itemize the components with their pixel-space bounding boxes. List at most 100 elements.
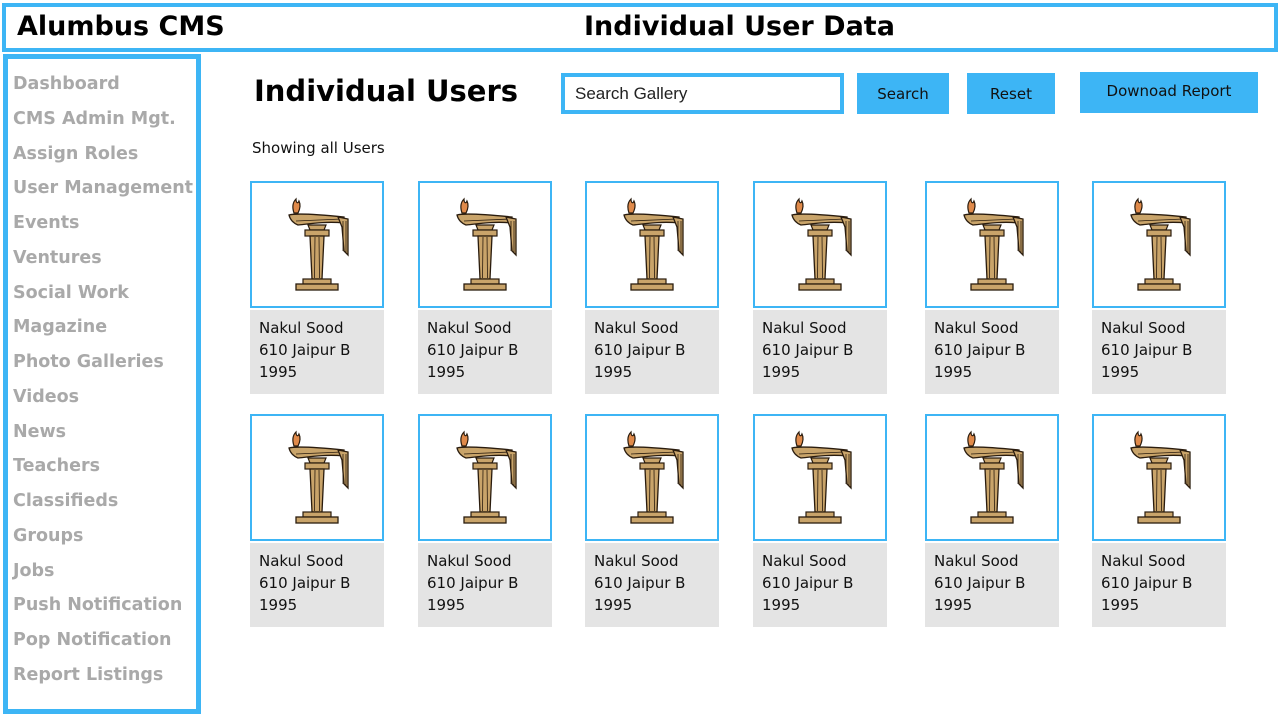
user-photo[interactable]: [250, 181, 384, 308]
user-photo[interactable]: [753, 414, 887, 541]
sidebar-nav: Dashboard CMS Admin Mgt. Assign Roles User …: [3, 54, 201, 714]
sidebar-item-classifieds[interactable]: Classifieds: [13, 486, 118, 516]
sidebar-item-videos[interactable]: Videos: [13, 382, 79, 412]
user-name: Nakul Sood: [259, 319, 344, 337]
sidebar-item-report-listings[interactable]: Report Listings: [13, 660, 163, 690]
user-card[interactable]: Nakul Sood 610 Jaipur B 1995: [585, 181, 719, 394]
page-title: Individual Users: [254, 74, 519, 108]
sidebar-item-events[interactable]: Events: [13, 208, 79, 238]
user-card[interactable]: Nakul Sood 610 Jaipur B 1995: [418, 414, 552, 627]
download-report-button[interactable]: Downoad Report: [1080, 72, 1258, 113]
brand-title: Alumbus CMS: [17, 11, 225, 42]
user-name: Nakul Sood: [1101, 319, 1186, 337]
top-header: Alumbus CMS Individual User Data: [2, 3, 1278, 52]
user-photo[interactable]: [418, 181, 552, 308]
user-address: 610 Jaipur B: [594, 341, 686, 359]
user-info: Nakul Sood 610 Jaipur B 1995: [250, 310, 384, 394]
user-year: 1995: [934, 596, 973, 614]
sidebar-item-jobs[interactable]: Jobs: [13, 556, 54, 586]
sidebar-item-photo-galleries[interactable]: Photo Galleries: [13, 347, 164, 377]
user-year: 1995: [762, 363, 801, 381]
user-year: 1995: [934, 363, 973, 381]
user-name: Nakul Sood: [259, 552, 344, 570]
user-name: Nakul Sood: [427, 552, 512, 570]
user-address: 610 Jaipur B: [934, 341, 1026, 359]
user-year: 1995: [259, 363, 298, 381]
sidebar-item-pop-notification[interactable]: Pop Notification: [13, 625, 172, 655]
user-info: Nakul Sood 610 Jaipur B 1995: [250, 543, 384, 627]
user-name: Nakul Sood: [762, 319, 847, 337]
user-year: 1995: [762, 596, 801, 614]
user-photo[interactable]: [1092, 414, 1226, 541]
sidebar-item-push-notification[interactable]: Push Notification: [13, 590, 182, 620]
user-address: 610 Jaipur B: [259, 574, 351, 592]
sidebar-item-news[interactable]: News: [13, 417, 66, 447]
user-address: 610 Jaipur B: [427, 341, 519, 359]
user-info: Nakul Sood 610 Jaipur B 1995: [753, 310, 887, 394]
user-address: 610 Jaipur B: [762, 341, 854, 359]
user-address: 610 Jaipur B: [1101, 574, 1193, 592]
user-year: 1995: [594, 363, 633, 381]
reset-button[interactable]: Reset: [967, 73, 1055, 114]
user-card[interactable]: Nakul Sood 610 Jaipur B 1995: [925, 414, 1059, 627]
user-card[interactable]: Nakul Sood 610 Jaipur B 1995: [250, 414, 384, 627]
page-heading: Individual User Data: [584, 11, 895, 42]
user-name: Nakul Sood: [934, 319, 1019, 337]
user-year: 1995: [427, 363, 466, 381]
user-card[interactable]: Nakul Sood 610 Jaipur B 1995: [585, 414, 719, 627]
user-year: 1995: [1101, 363, 1140, 381]
user-card[interactable]: Nakul Sood 610 Jaipur B 1995: [250, 181, 384, 394]
user-year: 1995: [427, 596, 466, 614]
user-address: 610 Jaipur B: [259, 341, 351, 359]
user-card[interactable]: Nakul Sood 610 Jaipur B 1995: [753, 414, 887, 627]
search-button[interactable]: Search: [857, 73, 949, 114]
user-info: Nakul Sood 610 Jaipur B 1995: [585, 310, 719, 394]
user-photo[interactable]: [925, 181, 1059, 308]
sidebar-item-dashboard[interactable]: Dashboard: [13, 69, 120, 99]
user-info: Nakul Sood 610 Jaipur B 1995: [753, 543, 887, 627]
user-photo[interactable]: [753, 181, 887, 308]
user-address: 610 Jaipur B: [1101, 341, 1193, 359]
user-address: 610 Jaipur B: [427, 574, 519, 592]
user-photo[interactable]: [585, 181, 719, 308]
user-info: Nakul Sood 610 Jaipur B 1995: [925, 543, 1059, 627]
user-info: Nakul Sood 610 Jaipur B 1995: [585, 543, 719, 627]
user-info: Nakul Sood 610 Jaipur B 1995: [925, 310, 1059, 394]
user-card[interactable]: Nakul Sood 610 Jaipur B 1995: [753, 181, 887, 394]
user-info: Nakul Sood 610 Jaipur B 1995: [418, 543, 552, 627]
user-year: 1995: [1101, 596, 1140, 614]
user-year: 1995: [594, 596, 633, 614]
user-info: Nakul Sood 610 Jaipur B 1995: [418, 310, 552, 394]
sidebar-item-groups[interactable]: Groups: [13, 521, 83, 551]
user-year: 1995: [259, 596, 298, 614]
user-name: Nakul Sood: [762, 552, 847, 570]
user-address: 610 Jaipur B: [934, 574, 1026, 592]
user-photo[interactable]: [418, 414, 552, 541]
user-name: Nakul Sood: [427, 319, 512, 337]
user-name: Nakul Sood: [1101, 552, 1186, 570]
sidebar-item-social-work[interactable]: Social Work: [13, 278, 129, 308]
user-name: Nakul Sood: [934, 552, 1019, 570]
user-photo[interactable]: [1092, 181, 1226, 308]
sidebar-item-assign-roles[interactable]: Assign Roles: [13, 139, 138, 169]
sidebar-item-magazine[interactable]: Magazine: [13, 312, 107, 342]
search-input[interactable]: [561, 73, 844, 114]
sidebar-item-teachers[interactable]: Teachers: [13, 451, 100, 481]
user-card[interactable]: Nakul Sood 610 Jaipur B 1995: [925, 181, 1059, 394]
user-photo[interactable]: [585, 414, 719, 541]
user-name: Nakul Sood: [594, 319, 679, 337]
user-name: Nakul Sood: [594, 552, 679, 570]
sidebar-item-cms-admin-mgt[interactable]: CMS Admin Mgt.: [13, 104, 176, 134]
user-card[interactable]: Nakul Sood 610 Jaipur B 1995: [1092, 414, 1226, 627]
sidebar-item-ventures[interactable]: Ventures: [13, 243, 102, 273]
showing-status-text: Showing all Users: [252, 139, 385, 157]
user-card[interactable]: Nakul Sood 610 Jaipur B 1995: [418, 181, 552, 394]
user-card[interactable]: Nakul Sood 610 Jaipur B 1995: [1092, 181, 1226, 394]
user-photo[interactable]: [925, 414, 1059, 541]
user-address: 610 Jaipur B: [594, 574, 686, 592]
user-photo[interactable]: [250, 414, 384, 541]
sidebar-item-user-management[interactable]: User Management: [13, 173, 193, 203]
user-info: Nakul Sood 610 Jaipur B 1995: [1092, 310, 1226, 394]
user-info: Nakul Sood 610 Jaipur B 1995: [1092, 543, 1226, 627]
user-address: 610 Jaipur B: [762, 574, 854, 592]
